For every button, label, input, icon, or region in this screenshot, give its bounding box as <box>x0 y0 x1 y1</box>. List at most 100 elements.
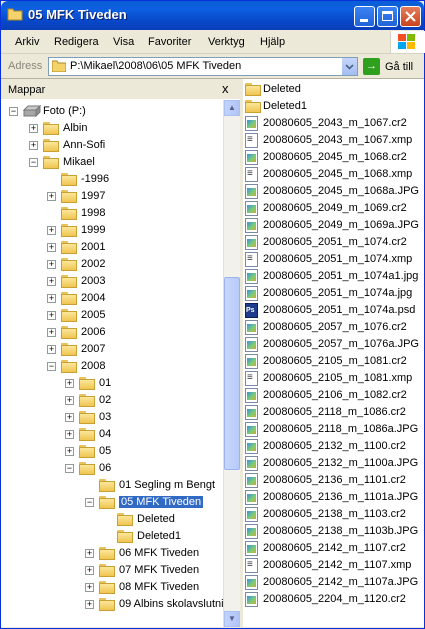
file-list-item[interactable]: 20080605_2049_m_1069a.JPG <box>243 217 424 233</box>
tree-item[interactable]: 1998 <box>1 205 223 221</box>
menu-redigera[interactable]: Redigera <box>54 36 99 48</box>
tree-item[interactable]: +2007 <box>1 341 223 357</box>
expand-icon[interactable]: + <box>47 294 56 303</box>
expand-icon[interactable]: + <box>85 600 94 609</box>
menu-arkiv[interactable]: Arkiv <box>15 36 39 48</box>
tree-item[interactable]: +1997 <box>1 188 223 204</box>
expand-icon[interactable]: + <box>47 192 56 201</box>
file-list-item[interactable]: 20080605_2142_m_1107a.JPG <box>243 574 424 590</box>
collapse-icon[interactable]: − <box>47 362 56 371</box>
expand-icon[interactable]: + <box>85 549 94 558</box>
file-list-item[interactable]: 20080605_2043_m_1067.cr2 <box>243 115 424 131</box>
file-list-item[interactable]: 20080605_2204_m_1120.cr2 <box>243 591 424 607</box>
tree-item[interactable]: − 05 MFK Tiveden <box>1 494 223 510</box>
expand-icon[interactable]: + <box>65 430 74 439</box>
folders-pane-close-button[interactable]: x <box>222 81 229 96</box>
expand-icon[interactable]: + <box>47 260 56 269</box>
expand-icon[interactable]: + <box>29 124 38 133</box>
tree-item[interactable]: +02 <box>1 392 223 408</box>
file-list-item[interactable]: 20080605_2049_m_1069.cr2 <box>243 200 424 216</box>
collapse-icon[interactable]: − <box>65 464 74 473</box>
tree-item[interactable]: +2005 <box>1 307 223 323</box>
tree-item[interactable]: Deleted1 <box>1 528 223 544</box>
folder-tree-scrollbar[interactable]: ▲ ▼ <box>223 100 240 627</box>
tree-item[interactable]: + Ann-Sofi <box>1 137 223 153</box>
title-bar[interactable]: 05 MFK Tiveden <box>1 1 424 30</box>
file-list-item[interactable]: 20080605_2118_m_1086a.JPG <box>243 421 424 437</box>
menu-visa[interactable]: Visa <box>113 36 134 48</box>
file-list-item[interactable]: 20080605_2045_m_1068.xmp <box>243 166 424 182</box>
file-list-item[interactable]: 20080605_2057_m_1076a.JPG <box>243 336 424 352</box>
tree-item[interactable]: +07 MFK Tiveden <box>1 562 223 578</box>
expand-icon[interactable]: + <box>65 447 74 456</box>
expand-icon[interactable]: + <box>47 277 56 286</box>
tree-item[interactable]: Deleted <box>1 511 223 527</box>
tree-item[interactable]: + Albin <box>1 120 223 136</box>
file-list-item[interactable]: 20080605_2051_m_1074a.jpg <box>243 285 424 301</box>
tree-item[interactable]: − Foto (P:) <box>1 103 223 119</box>
menu-favoriter[interactable]: Favoriter <box>148 36 191 48</box>
file-list-item[interactable]: 20080605_2105_m_1081.cr2 <box>243 353 424 369</box>
tree-item[interactable]: +2006 <box>1 324 223 340</box>
scroll-up-button[interactable]: ▲ <box>224 100 240 116</box>
scroll-down-button[interactable]: ▼ <box>224 611 240 627</box>
expand-icon[interactable]: + <box>65 396 74 405</box>
file-list-item[interactable]: 20080605_2051_m_1074a1.jpg <box>243 268 424 284</box>
tree-item[interactable]: − Mikael <box>1 154 223 170</box>
file-list-item[interactable]: 20080605_2051_m_1074.cr2 <box>243 234 424 250</box>
file-list-item[interactable]: 20080605_2136_m_1101a.JPG <box>243 489 424 505</box>
maximize-button[interactable] <box>377 6 398 27</box>
tree-item[interactable]: +09 Albins skolavslutning <box>1 596 223 612</box>
tree-item[interactable]: − 2008 <box>1 358 223 374</box>
file-list-item[interactable]: 20080605_2132_m_1100.cr2 <box>243 438 424 454</box>
tree-item[interactable]: +2002 <box>1 256 223 272</box>
file-list-item[interactable]: 20080605_2045_m_1068a.JPG <box>243 183 424 199</box>
folder-list-item[interactable]: Deleted <box>243 81 424 97</box>
file-list-item[interactable]: 20080605_2043_m_1067.xmp <box>243 132 424 148</box>
tree-item[interactable]: 01 Segling m Bengt <box>1 477 223 493</box>
expand-icon[interactable]: + <box>65 379 74 388</box>
file-list-item[interactable]: 20080605_2132_m_1100a.JPG <box>243 455 424 471</box>
close-button[interactable] <box>400 6 421 27</box>
address-dropdown-button[interactable] <box>342 58 357 75</box>
file-list-item[interactable]: 20080605_2138_m_1103.cr2 <box>243 506 424 522</box>
expand-icon[interactable]: + <box>47 345 56 354</box>
file-list-item[interactable]: 20080605_2136_m_1101.cr2 <box>243 472 424 488</box>
tree-item[interactable]: +1999 <box>1 222 223 238</box>
file-list-item[interactable]: 20080605_2045_m_1068.cr2 <box>243 149 424 165</box>
scroll-thumb[interactable] <box>224 277 240 470</box>
tree-item[interactable]: +2001 <box>1 239 223 255</box>
file-list-item[interactable]: 20080605_2118_m_1086.cr2 <box>243 404 424 420</box>
expand-icon[interactable]: + <box>47 226 56 235</box>
menu-verktyg[interactable]: Verktyg <box>208 36 245 48</box>
collapse-icon[interactable]: − <box>29 158 38 167</box>
expand-icon[interactable]: + <box>65 413 74 422</box>
address-input[interactable]: P:\Mikael\2008\06\05 MFK Tiveden <box>48 57 358 76</box>
file-list-item[interactable]: 20080605_2106_m_1082.cr2 <box>243 387 424 403</box>
file-list-item[interactable]: 20080605_2138_m_1103b.JPG <box>243 523 424 539</box>
tree-item[interactable]: +01 <box>1 375 223 391</box>
tree-item[interactable]: +04 <box>1 426 223 442</box>
folder-list-item[interactable]: Deleted1 <box>243 98 424 114</box>
file-list-item[interactable]: 20080605_2142_m_1107.cr2 <box>243 540 424 556</box>
tree-item[interactable]: +03 <box>1 409 223 425</box>
expand-icon[interactable]: + <box>85 566 94 575</box>
file-list-item[interactable]: 20080605_2057_m_1076.cr2 <box>243 319 424 335</box>
file-list-item[interactable]: 20080605_2142_m_1107.xmp <box>243 557 424 573</box>
tree-item[interactable]: +06 MFK Tiveden <box>1 545 223 561</box>
file-list-item[interactable]: 20080605_2105_m_1081.xmp <box>243 370 424 386</box>
collapse-icon[interactable]: − <box>85 498 94 507</box>
tree-item[interactable]: +08 MFK Tiveden <box>1 579 223 595</box>
expand-icon[interactable]: + <box>47 243 56 252</box>
tree-item[interactable]: -1996 <box>1 171 223 187</box>
file-list-item[interactable]: 20080605_2051_m_1074.xmp <box>243 251 424 267</box>
tree-item[interactable]: +05 <box>1 443 223 459</box>
tree-item[interactable]: +2003 <box>1 273 223 289</box>
collapse-icon[interactable]: − <box>9 107 18 116</box>
tree-item[interactable]: +2004 <box>1 290 223 306</box>
expand-icon[interactable]: + <box>29 141 38 150</box>
menu-hjalp[interactable]: Hjälp <box>260 36 285 48</box>
expand-icon[interactable]: + <box>47 311 56 320</box>
expand-icon[interactable]: + <box>47 328 56 337</box>
tree-item[interactable]: − 06 <box>1 460 223 476</box>
